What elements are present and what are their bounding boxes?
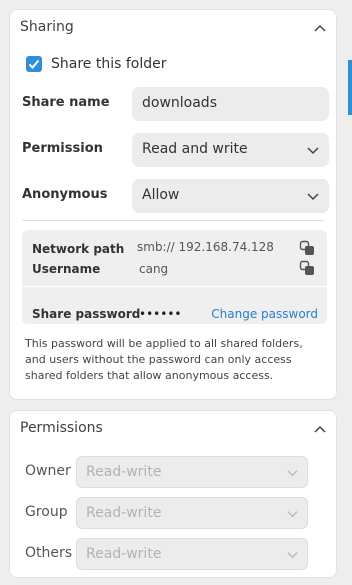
share-password-mask: •••••• — [139, 307, 182, 321]
chevron-down-icon — [287, 552, 298, 559]
checkmark-icon — [28, 59, 40, 69]
others-label: Others — [25, 545, 73, 561]
password-note: This password will be applied to all sha… — [25, 337, 303, 382]
chevron-down-icon — [307, 193, 319, 201]
group-label: Group — [25, 504, 68, 520]
share-name-label: Share name — [22, 95, 110, 110]
chevron-up-icon[interactable] — [312, 421, 328, 437]
sharing-panel: Sharing Share this folder Share name dow… — [9, 9, 337, 400]
permissions-panel-title: Permissions — [20, 420, 103, 436]
others-permission-value: Read-write — [86, 546, 162, 562]
anonymous-value: Allow — [142, 187, 180, 203]
permissions-panel: Permissions Owner Read-write Group Read-… — [9, 410, 337, 578]
permission-value: Read and write — [142, 141, 248, 157]
anonymous-dropdown[interactable]: Allow — [132, 179, 329, 213]
others-permission-dropdown[interactable]: Read-write — [76, 538, 308, 570]
group-permission-dropdown[interactable]: Read-write — [76, 497, 308, 529]
owner-label: Owner — [25, 463, 71, 479]
chevron-down-icon — [307, 147, 319, 155]
share-name-input[interactable]: downloads — [132, 87, 329, 121]
username-value: cang — [139, 262, 169, 276]
owner-permission-value: Read-write — [86, 464, 162, 480]
sharing-panel-title: Sharing — [20, 19, 74, 35]
scrollbar-edge[interactable] — [348, 60, 352, 115]
permission-label: Permission — [22, 141, 103, 156]
share-folder-checkbox[interactable] — [26, 56, 42, 72]
anonymous-label: Anonymous — [22, 187, 108, 202]
info-separator — [22, 286, 327, 287]
username-label: Username — [32, 262, 101, 276]
share-password-label: Share password — [32, 307, 141, 321]
network-path-value: smb:// 192.168.74.128 — [137, 240, 274, 254]
change-password-link[interactable]: Change password — [211, 307, 318, 321]
share-name-value: downloads — [142, 95, 217, 111]
network-path-label: Network path — [32, 242, 125, 256]
chevron-up-icon[interactable] — [312, 20, 328, 36]
owner-permission-dropdown[interactable]: Read-write — [76, 456, 308, 488]
permission-dropdown[interactable]: Read and write — [132, 133, 329, 167]
chevron-down-icon — [287, 511, 298, 518]
divider — [22, 220, 324, 221]
group-permission-value: Read-write — [86, 505, 162, 521]
share-folder-label[interactable]: Share this folder — [51, 56, 167, 72]
copy-network-path-icon[interactable] — [299, 240, 315, 256]
copy-username-icon[interactable] — [299, 260, 315, 276]
chevron-down-icon — [287, 470, 298, 477]
share-info-box: Network path smb:// 192.168.74.128 Usern… — [22, 230, 327, 324]
